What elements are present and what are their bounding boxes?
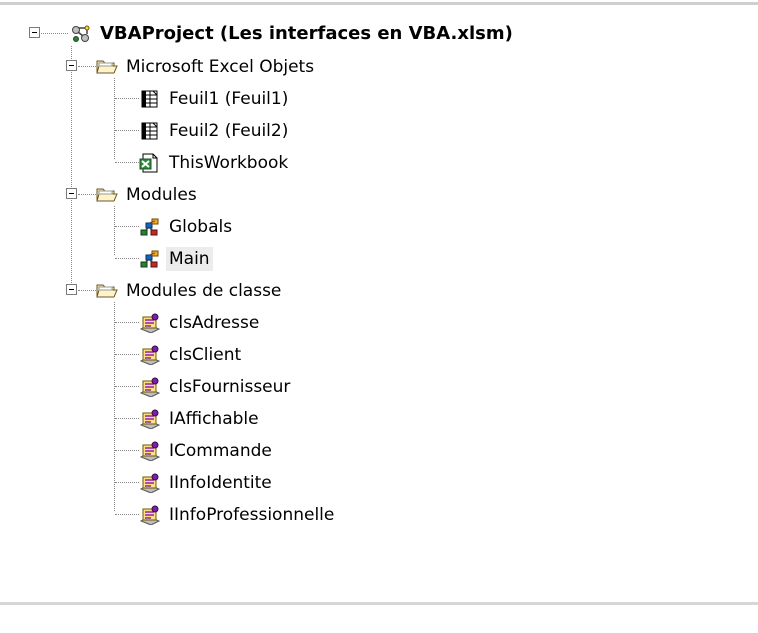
tree-node-iaffichable-label: IAffichable [169, 408, 259, 429]
tree-node-project[interactable]: VBAProject (Les interfaces en VBA.xlsm) [70, 18, 516, 49]
tree-node-clsclient-label: clsClient [169, 344, 242, 365]
tree-node-thisworkbook-label: ThisWorkbook [169, 152, 289, 173]
class-module-icon [139, 345, 161, 365]
class-module-icon [139, 473, 161, 493]
class-module-icon [139, 409, 161, 429]
tree-line-modules-de-classe [78, 290, 96, 291]
tree-line-iinfoidentite [115, 482, 139, 483]
class-module-icon [139, 377, 161, 397]
tree-node-clsfournisseur-label: clsFournisseur [169, 376, 291, 397]
tree-node-main-label: Main [166, 246, 213, 271]
class-module-icon [139, 441, 161, 461]
tree-line-main [115, 258, 139, 259]
collapse-toggle-modules[interactable] [66, 188, 77, 199]
module-icon [139, 249, 161, 269]
tree-line-iaffichable [115, 418, 139, 419]
worksheet-icon [139, 89, 161, 109]
class-module-icon [139, 313, 161, 333]
tree-line-modules [114, 206, 115, 255]
tree-line-feuil1-feuil1 [115, 98, 139, 99]
tree-node-icommande[interactable]: ICommande [139, 435, 275, 466]
tree-line-modules [78, 194, 96, 195]
folder-open-icon [96, 281, 118, 301]
tree-line-clsfournisseur [115, 386, 139, 387]
tree-node-folder-modules-de-classe[interactable]: Modules de classe [96, 275, 284, 306]
tree-node-iinfoprofessionnelle-label: IInfoProfessionnelle [169, 504, 335, 525]
collapse-toggle-modules-de-classe[interactable] [66, 284, 77, 295]
tree-node-feuil1-feuil1-label: Feuil1 (Feuil1) [169, 88, 289, 109]
tree-node-icommande-label: ICommande [169, 440, 272, 461]
tree-node-folder-microsoft-excel-objets[interactable]: Microsoft Excel Objets [96, 51, 317, 82]
bottom-border [0, 602, 758, 605]
collapse-toggle-microsoft-excel-objets[interactable] [66, 60, 77, 71]
tree-line-clsclient [115, 354, 139, 355]
tree-node-iinfoidentite[interactable]: IInfoIdentite [139, 467, 275, 498]
worksheet-icon [139, 121, 161, 141]
tree-node-iinfoidentite-label: IInfoIdentite [169, 472, 272, 493]
tree-node-folder-microsoft-excel-objets-label: Microsoft Excel Objets [126, 56, 315, 77]
tree-line-root [71, 46, 72, 287]
tree-node-clsadresse[interactable]: clsAdresse [139, 307, 262, 338]
collapse-toggle-project[interactable] [29, 27, 40, 38]
tree-node-feuil1-feuil1[interactable]: Feuil1 (Feuil1) [139, 83, 291, 114]
tree-node-iinfoprofessionnelle[interactable]: IInfoProfessionnelle [139, 499, 337, 530]
tree-node-globals-label: Globals [169, 216, 233, 237]
tree-line-excel-objects [114, 78, 115, 159]
tree-node-feuil2-feuil2-label: Feuil2 (Feuil2) [169, 120, 289, 141]
class-module-icon [139, 505, 161, 525]
tree-node-thisworkbook[interactable]: ThisWorkbook [139, 147, 291, 178]
tree-line-class-modules [114, 302, 115, 511]
tree-node-clsclient[interactable]: clsClient [139, 339, 244, 370]
workbook-icon [139, 153, 161, 173]
tree-node-folder-modules-label: Modules [126, 184, 197, 205]
tree-line-globals [115, 226, 139, 227]
tree-line-iinfoprofessionnelle [115, 514, 139, 515]
project-explorer-tree: VBAProject (Les interfaces en VBA.xlsm) … [0, 0, 758, 600]
tree-node-main[interactable]: Main [139, 243, 213, 274]
module-icon [139, 217, 161, 237]
tree-node-clsadresse-label: clsAdresse [169, 312, 260, 333]
tree-node-iaffichable[interactable]: IAffichable [139, 403, 262, 434]
vbaproject-icon [70, 24, 92, 44]
tree-line-clsadresse [115, 322, 139, 323]
folder-open-icon [96, 185, 118, 205]
tree-node-feuil2-feuil2[interactable]: Feuil2 (Feuil2) [139, 115, 291, 146]
tree-line-feuil2-feuil2 [115, 130, 139, 131]
tree-node-clsfournisseur[interactable]: clsFournisseur [139, 371, 293, 402]
tree-node-folder-modules-de-classe-label: Modules de classe [126, 280, 282, 301]
folder-open-icon [96, 57, 118, 77]
tree-line-thisworkbook [115, 162, 139, 163]
tree-line-icommande [115, 450, 139, 451]
tree-node-folder-modules[interactable]: Modules [96, 179, 200, 210]
tree-line-project [41, 33, 68, 34]
tree-line-microsoft-excel-objets [78, 66, 96, 67]
tree-node-globals[interactable]: Globals [139, 211, 235, 242]
project-label: VBAProject (Les interfaces en VBA.xlsm) [100, 23, 513, 44]
